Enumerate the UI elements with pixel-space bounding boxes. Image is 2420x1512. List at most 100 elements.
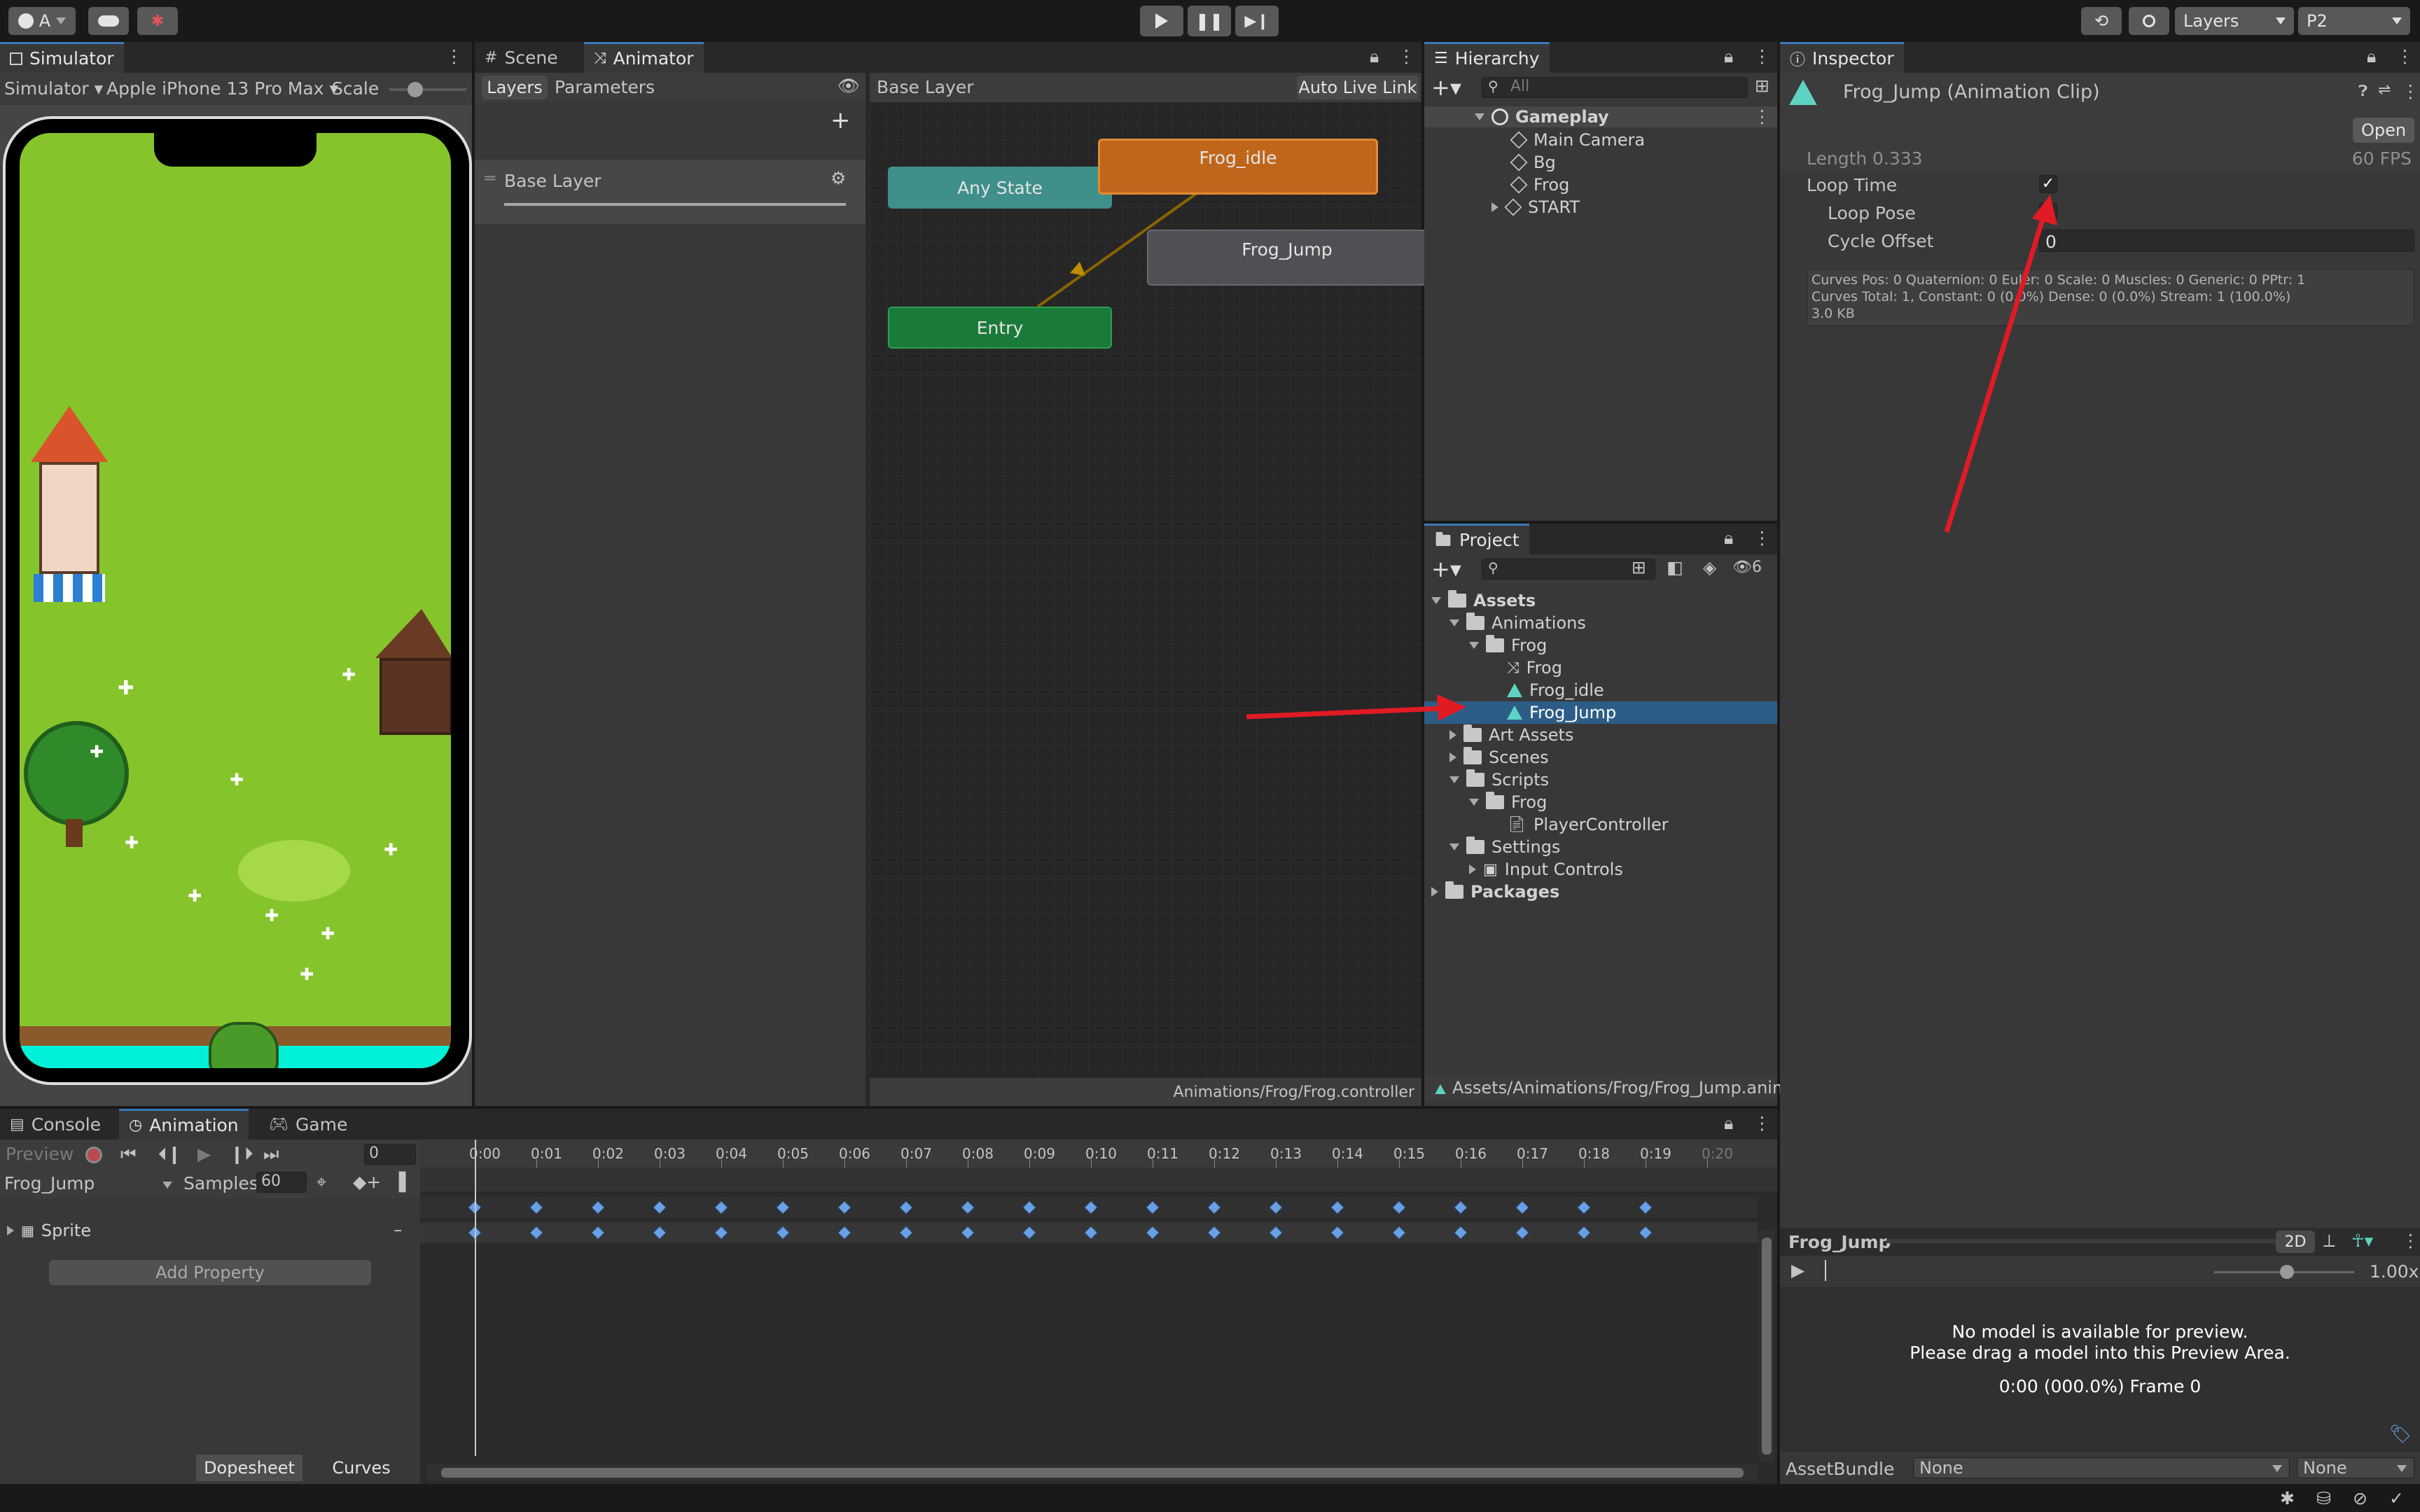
tab-animation[interactable]: ◷ Animation xyxy=(119,1109,249,1140)
expand-arrow-icon[interactable] xyxy=(1469,864,1476,874)
keyframe[interactable] xyxy=(1577,1200,1591,1214)
tree-item-player-controller[interactable]: 📄︎ PlayerController xyxy=(1424,813,1669,836)
search-button[interactable] xyxy=(2129,7,2169,35)
snap-icon[interactable]: ⌖ xyxy=(317,1172,326,1193)
layer-item[interactable]: ═ Base Layer ⚙ xyxy=(475,160,865,224)
keyframe[interactable] xyxy=(776,1200,790,1214)
preview-area[interactable]: No model is available for preview. Pleas… xyxy=(1780,1287,2420,1452)
expand-arrow-icon[interactable] xyxy=(1449,730,1456,740)
lock-icon[interactable]: 🔒︎ xyxy=(1370,46,1379,67)
layers-dropdown[interactable]: Layers xyxy=(2175,7,2294,35)
remove-property-icon[interactable]: – xyxy=(394,1219,403,1240)
keyframe[interactable] xyxy=(1454,1200,1468,1214)
history-button[interactable]: ⟲ xyxy=(2081,7,2122,35)
add-property-button[interactable]: Add Property xyxy=(49,1260,371,1285)
hidden-packages-icon[interactable]: 👁︎6 xyxy=(1732,559,1762,576)
keyframe[interactable] xyxy=(1392,1200,1406,1214)
expand-arrow-icon[interactable] xyxy=(1475,113,1484,120)
keyframe[interactable] xyxy=(1022,1226,1036,1240)
search-filter-icon[interactable]: ⊞ xyxy=(1632,557,1646,578)
keyframe[interactable] xyxy=(1577,1226,1591,1240)
scale-slider[interactable] xyxy=(389,82,466,97)
tab-project[interactable]: Project xyxy=(1424,524,1529,554)
lock-icon[interactable]: 🔒︎ xyxy=(1724,46,1733,67)
add-keyframe-icon[interactable]: ◆+ xyxy=(353,1172,381,1192)
search-options-icon[interactable]: ⊞ xyxy=(1755,76,1769,96)
tree-item-assets[interactable]: Assets xyxy=(1424,589,1536,612)
tab-console[interactable]: ▤ Console xyxy=(0,1109,111,1140)
first-key-icon[interactable]: ⏮ xyxy=(120,1144,137,1165)
kebab-menu-icon[interactable]: ⋮ xyxy=(1398,46,1415,66)
keyframe[interactable] xyxy=(1022,1200,1036,1214)
speed-slider-handle[interactable] xyxy=(2280,1265,2294,1279)
keyframe[interactable] xyxy=(1269,1226,1283,1240)
drag-handle-icon[interactable]: ═ xyxy=(485,168,495,188)
tree-item-scripts[interactable]: Scripts xyxy=(1424,769,1549,791)
tree-item-input-controls[interactable]: ▣ Input Controls xyxy=(1424,858,1623,881)
pause-button[interactable]: ❚❚ xyxy=(1188,6,1231,36)
keyframe[interactable] xyxy=(1084,1200,1098,1214)
keyframe[interactable] xyxy=(1146,1226,1160,1240)
property-row-sprite[interactable]: ▦ Sprite xyxy=(0,1219,420,1242)
preview-speed-slider[interactable] xyxy=(2214,1265,2354,1279)
tree-item-animations[interactable]: Animations xyxy=(1424,612,1586,634)
avatar-icon[interactable]: ☥▾ xyxy=(2351,1231,2373,1251)
curves-button[interactable]: Curves xyxy=(302,1455,420,1481)
keyframe[interactable] xyxy=(1330,1226,1344,1240)
collab-button[interactable]: ✱ xyxy=(137,7,178,35)
horizontal-scrollbar[interactable] xyxy=(427,1464,1758,1481)
help-icon[interactable]: ❓︎ xyxy=(2358,83,2367,100)
tab-game[interactable]: 🎮︎ Game xyxy=(259,1109,357,1140)
tree-item-frog-jump[interactable]: Frog_Jump xyxy=(1424,701,1777,724)
animator-graph[interactable]: Base Layer Auto Live Link Any State Frog… xyxy=(870,73,1427,1106)
cloud-button[interactable] xyxy=(88,7,129,35)
keyframe[interactable] xyxy=(837,1200,851,1214)
preview-2d-button[interactable]: 2D xyxy=(2276,1231,2315,1253)
kebab-menu-icon[interactable]: ⋮ xyxy=(1753,1113,1771,1133)
cycle-offset-input[interactable]: 0 xyxy=(2039,230,2414,252)
tree-item-art-assets[interactable]: Art Assets xyxy=(1424,724,1573,746)
kebab-menu-icon[interactable]: ⋮ xyxy=(1753,46,1771,66)
playhead[interactable] xyxy=(475,1140,476,1456)
keyframe[interactable] xyxy=(1146,1200,1160,1214)
create-button[interactable]: +▾ xyxy=(1431,556,1461,582)
db-icon[interactable]: ⛁ xyxy=(2316,1488,2331,1508)
tree-item-settings[interactable]: Settings xyxy=(1424,836,1560,858)
expand-arrow-icon[interactable] xyxy=(1469,642,1479,649)
lock-icon[interactable]: 🔒︎ xyxy=(2367,46,2376,67)
play-button[interactable] xyxy=(1140,6,1183,36)
state-frog-idle[interactable]: Frog_idle xyxy=(1098,139,1378,195)
assetbundle-variant-dropdown[interactable]: None xyxy=(2297,1457,2414,1478)
loop-pose-checkbox[interactable] xyxy=(2039,203,2057,221)
lock-icon[interactable]: 🔒︎ xyxy=(1724,528,1733,549)
device-dropdown[interactable]: Apple iPhone 13 Pro Max ▾ xyxy=(106,78,338,99)
hierarchy-item[interactable]: Main Camera xyxy=(1424,129,1645,151)
tree-item-frog-idle[interactable]: Frog_idle xyxy=(1424,679,1604,701)
keyframe[interactable] xyxy=(1269,1200,1283,1214)
tree-item-scripts-frog[interactable]: Frog xyxy=(1424,791,1547,813)
status-ok-icon[interactable]: ✓ xyxy=(2389,1488,2404,1508)
pivot-icon[interactable]: ⟂ xyxy=(2323,1231,2335,1252)
time-ruler[interactable]: 0:00 0:01 0:02 0:03 0:04 0:05 0:06 0:07 0:08 0:09… xyxy=(420,1140,1777,1168)
preview-toggle[interactable]: Preview xyxy=(6,1144,74,1164)
lock-icon[interactable]: 🔒︎ xyxy=(1724,1113,1733,1134)
keyframe[interactable] xyxy=(529,1200,543,1214)
keyframe[interactable] xyxy=(714,1200,728,1214)
hierarchy-search-input[interactable]: ⚲ All xyxy=(1482,77,1748,98)
type-filter-icon[interactable]: ◧ xyxy=(1667,557,1683,578)
kebab-menu-icon[interactable]: ⋮ xyxy=(2396,46,2414,66)
tree-item-scenes[interactable]: Scenes xyxy=(1424,746,1549,769)
keyframe[interactable] xyxy=(1639,1200,1653,1214)
keyframe[interactable] xyxy=(961,1226,975,1240)
vertical-scrollbar[interactable] xyxy=(1759,1231,1774,1462)
keyframe[interactable] xyxy=(1515,1200,1529,1214)
dopesheet-button[interactable]: Dopesheet xyxy=(196,1455,302,1481)
tab-animator[interactable]: ⤨ Animator xyxy=(584,42,704,73)
play-icon[interactable]: ▶ xyxy=(197,1144,211,1164)
label-filter-icon[interactable]: ◈ xyxy=(1703,557,1716,578)
tree-item-frog-folder[interactable]: Frog xyxy=(1424,634,1547,657)
expand-arrow-icon[interactable] xyxy=(1449,776,1459,783)
expand-arrow-icon[interactable] xyxy=(1469,799,1479,806)
network-icon[interactable]: ⊘ xyxy=(2353,1488,2367,1508)
frame-input[interactable]: 0 xyxy=(364,1144,416,1165)
